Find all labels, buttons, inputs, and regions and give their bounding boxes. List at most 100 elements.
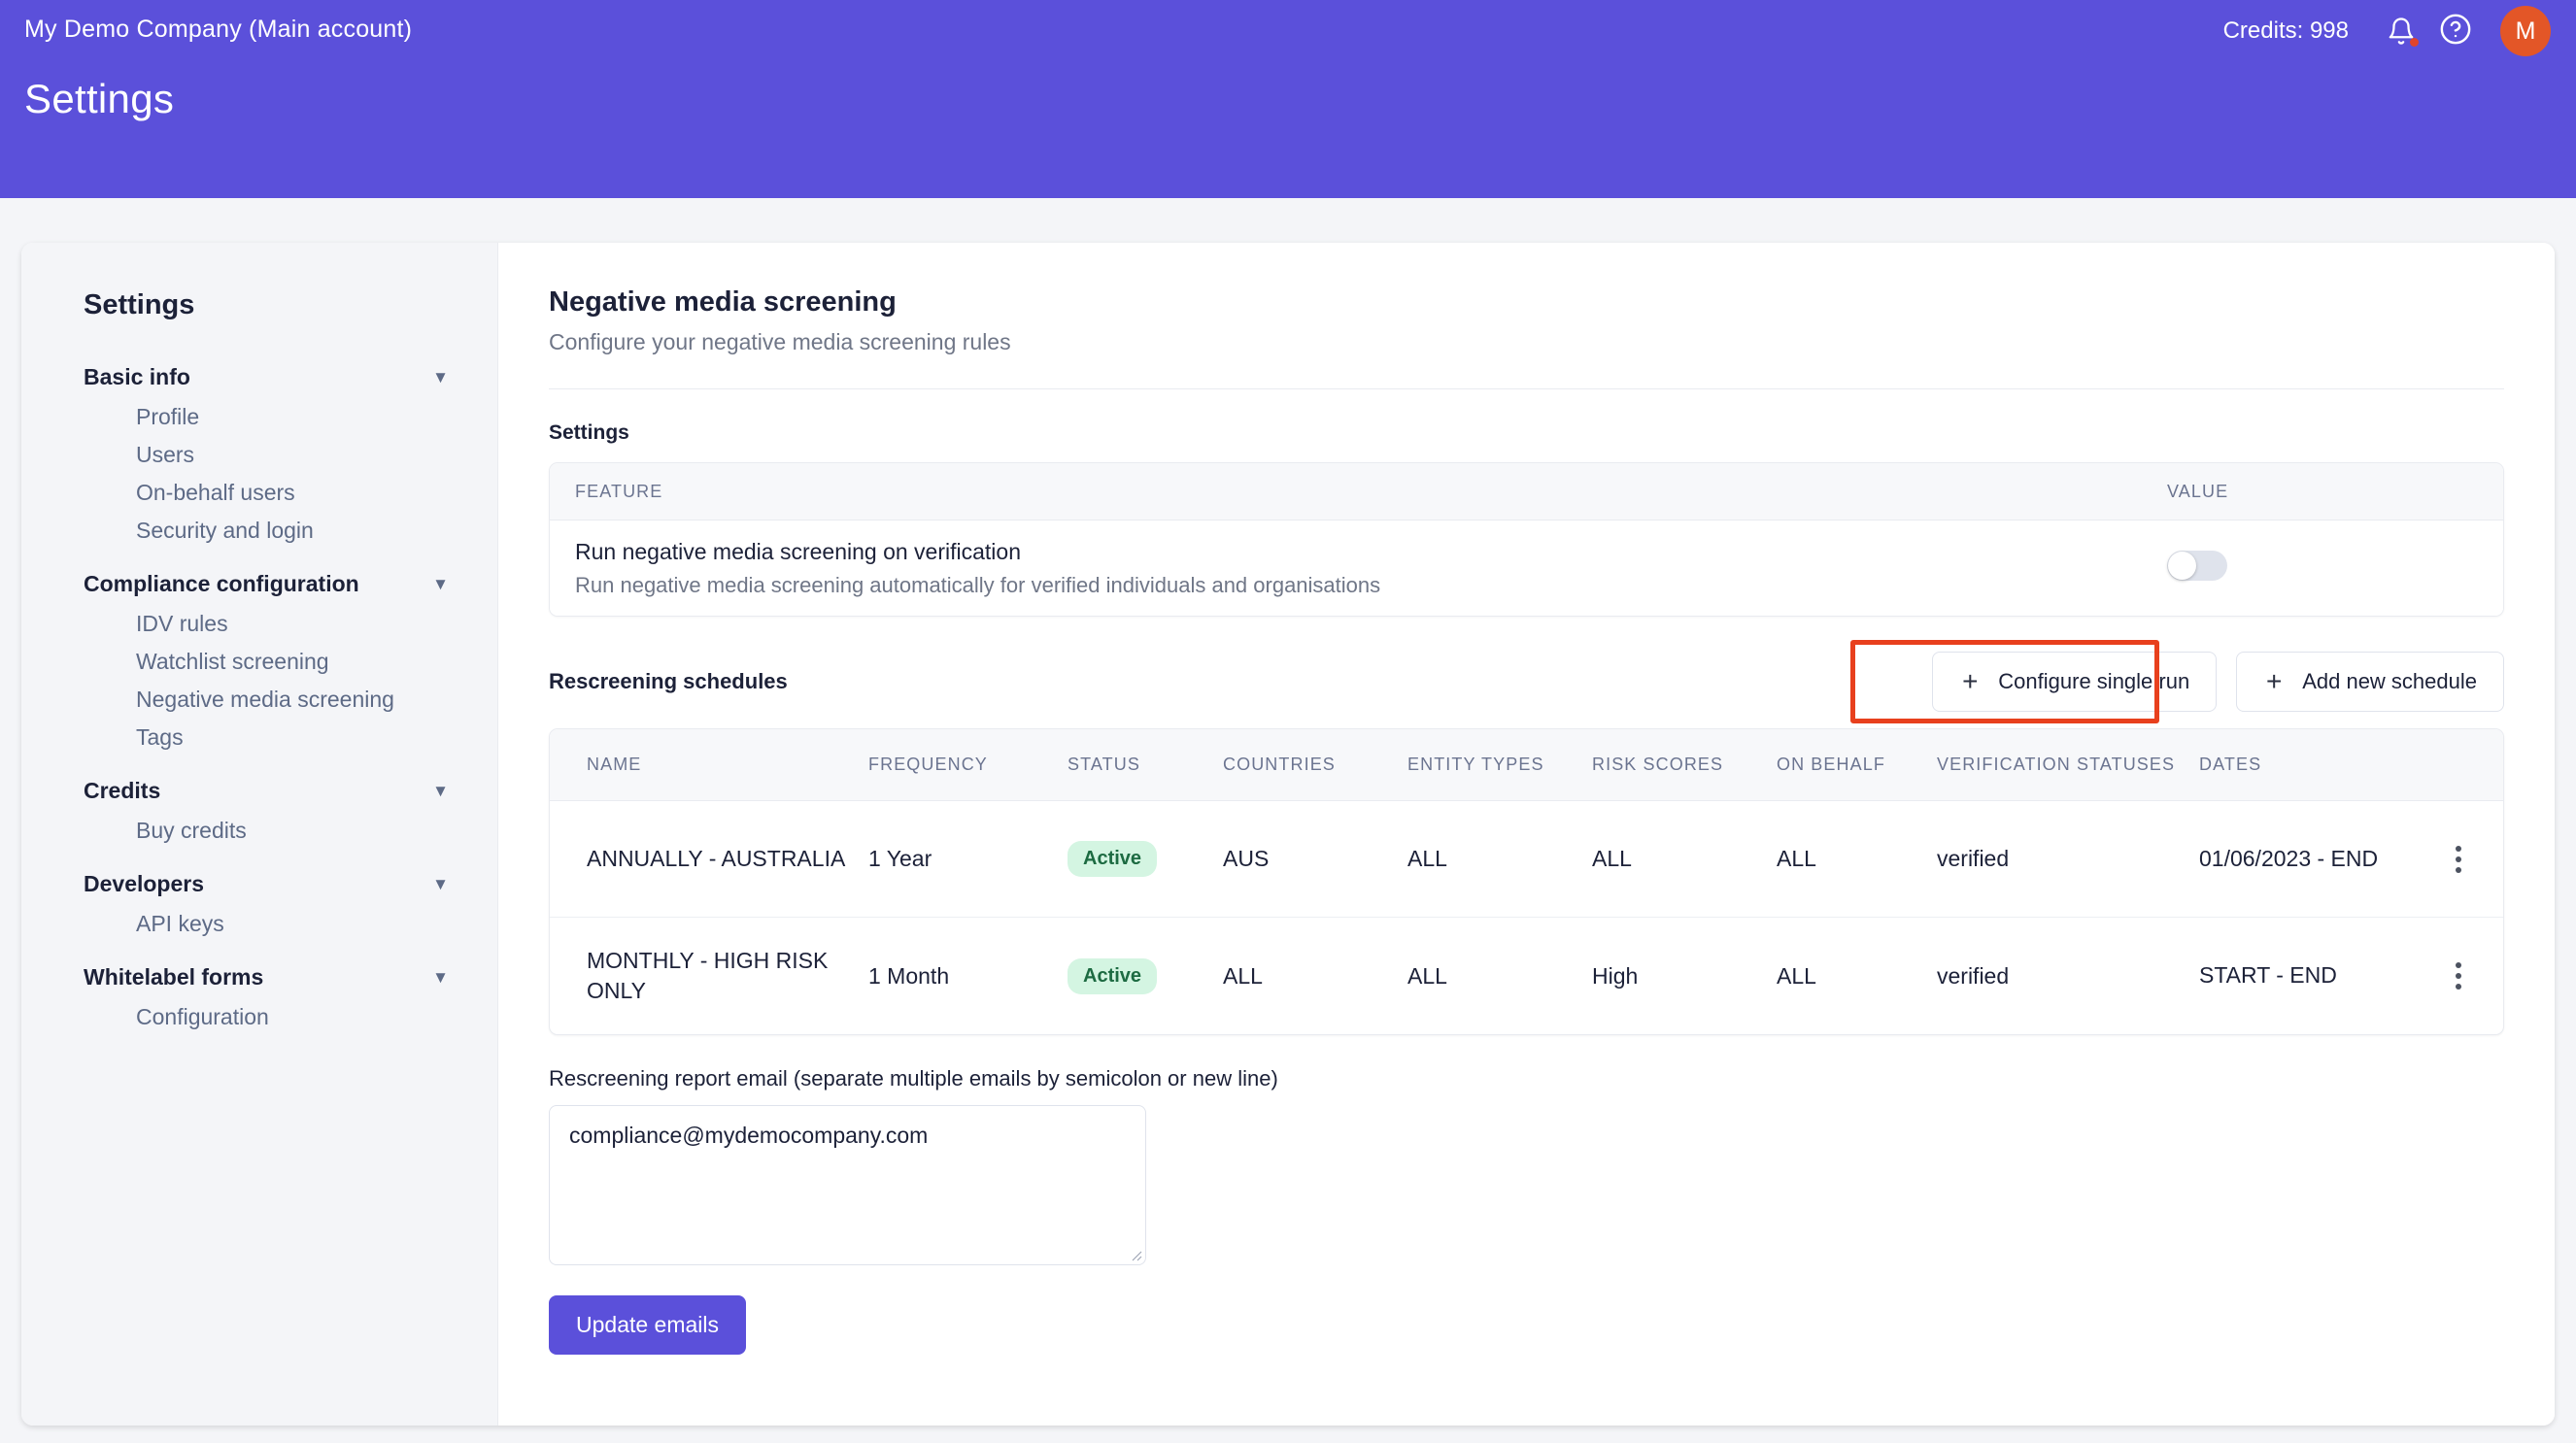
sidebar-group-label: Basic info xyxy=(84,364,190,389)
sidebar-item-profile[interactable]: Profile xyxy=(21,398,497,436)
sidebar-group-whitelabel-forms[interactable]: Whitelabel forms ▼ xyxy=(21,956,497,998)
sidebar-group-label: Whitelabel forms xyxy=(84,964,264,990)
sidebar-group-label: Compliance configuration xyxy=(84,571,359,596)
column-header-name: NAME xyxy=(587,755,642,775)
cell-on-behalf: ALL xyxy=(1777,846,1816,871)
sidebar-item-buy-credits[interactable]: Buy credits xyxy=(21,812,497,850)
cell-verification-statuses: verified xyxy=(1937,962,2010,989)
section-subtitle: Configure your negative media screening … xyxy=(549,329,1011,354)
cell-on-behalf: ALL xyxy=(1777,962,1816,989)
bell-icon xyxy=(2387,15,2419,48)
column-header-frequency: FREQUENCY xyxy=(868,755,988,775)
status-badge: Active xyxy=(1068,957,1158,994)
cell-frequency: 1 Month xyxy=(868,962,950,989)
column-header-on-behalf: ON BEHALF xyxy=(1777,755,1885,775)
credits-label: Credits: 998 xyxy=(2222,17,2349,44)
chevron-down-icon: ▼ xyxy=(432,968,449,987)
cell-status: Active xyxy=(1068,957,1223,994)
avatar[interactable]: M xyxy=(2500,6,2551,56)
column-header-value: VALUE xyxy=(2167,481,2229,501)
plus-icon: + xyxy=(1962,666,1979,696)
rescreening-email-label: Rescreening report email (separate multi… xyxy=(549,1066,1278,1091)
chevron-down-icon: ▼ xyxy=(432,782,449,800)
feature-name: Run negative media screening on verifica… xyxy=(575,538,1021,564)
chevron-down-icon: ▼ xyxy=(432,368,449,386)
row-menu-icon[interactable] xyxy=(2453,845,2464,873)
cell-entity-types: ALL xyxy=(1407,846,1447,871)
table-row: Run negative media screening on verifica… xyxy=(550,520,2503,616)
schedules-table-header: NAME FREQUENCY STATUS COUNTRIES ENTITY T… xyxy=(550,729,2503,801)
sidebar-item-configuration[interactable]: Configuration xyxy=(21,998,497,1036)
chevron-down-icon: ▼ xyxy=(432,575,449,593)
help-button[interactable] xyxy=(2428,0,2483,62)
rescreening-email-textarea[interactable] xyxy=(549,1105,1146,1265)
rescreening-schedules-bar: Rescreening schedules + Configure single… xyxy=(549,640,2504,723)
row-actions xyxy=(2442,845,2503,873)
chevron-down-icon: ▼ xyxy=(432,875,449,893)
cell-verification-statuses: verified xyxy=(1937,846,2010,871)
sidebar-title: Settings xyxy=(84,289,195,320)
cell-name: MONTHLY - HIGH RISK ONLY xyxy=(587,947,829,1003)
settings-card: Settings Basic info ▼ Profile Users On-b… xyxy=(21,243,2555,1426)
column-header-risk-scores: RISK SCORES xyxy=(1592,755,1724,775)
cell-entity-types: ALL xyxy=(1407,962,1447,989)
sidebar-group-compliance-configuration[interactable]: Compliance configuration ▼ xyxy=(21,563,497,605)
sidebar-item-security-and-login[interactable]: Security and login xyxy=(21,512,497,550)
sidebar-item-api-keys[interactable]: API keys xyxy=(21,905,497,943)
header-actions: Credits: 998 M xyxy=(2223,0,2551,62)
cell-risk-scores: High xyxy=(1592,962,1639,989)
sidebar-item-negative-media-screening[interactable]: Negative media screening xyxy=(21,681,497,719)
cell-countries: ALL xyxy=(1223,962,1263,989)
top-header-bar: My Demo Company (Main account) Settings … xyxy=(0,0,2576,198)
question-circle-icon xyxy=(2439,13,2472,50)
sidebar-group-basic-info[interactable]: Basic info ▼ xyxy=(21,356,497,398)
update-emails-button[interactable]: Update emails xyxy=(549,1295,747,1355)
table-row[interactable]: ANNUALLY - AUSTRALIA 1 Year Active AUS A… xyxy=(550,801,2503,918)
run-on-verification-toggle[interactable] xyxy=(2167,551,2227,581)
table-row[interactable]: MONTHLY - HIGH RISK ONLY 1 Month Active … xyxy=(550,918,2503,1034)
sidebar-item-on-behalf-users[interactable]: On-behalf users xyxy=(21,474,497,512)
rescreening-schedules-table: NAME FREQUENCY STATUS COUNTRIES ENTITY T… xyxy=(549,728,2504,1035)
page-title: Settings xyxy=(24,76,175,121)
sidebar-group-developers[interactable]: Developers ▼ xyxy=(21,863,497,905)
configure-single-run-button[interactable]: + Configure single run xyxy=(1932,652,2218,712)
sidebar-item-tags[interactable]: Tags xyxy=(21,719,497,756)
sidebar-item-users[interactable]: Users xyxy=(21,436,497,474)
rescreening-schedules-label: Rescreening schedules xyxy=(549,669,788,693)
plus-icon: + xyxy=(2266,666,2283,696)
feature-control xyxy=(2167,551,2478,586)
sidebar-item-idv-rules[interactable]: IDV rules xyxy=(21,605,497,643)
divider xyxy=(549,388,2504,389)
cell-countries: AUS xyxy=(1223,846,1270,871)
sidebar-item-watchlist-screening[interactable]: Watchlist screening xyxy=(21,643,497,681)
column-header-dates: DATES xyxy=(2199,755,2262,775)
status-badge: Active xyxy=(1068,841,1158,877)
column-header-status: STATUS xyxy=(1068,755,1140,775)
add-new-schedule-button[interactable]: + Add new schedule xyxy=(2236,652,2504,712)
feature-description: Run negative media screening automatical… xyxy=(575,572,1381,597)
cell-frequency: 1 Year xyxy=(868,846,932,871)
section-title: Negative media screening xyxy=(549,286,897,318)
column-header-countries: COUNTRIES xyxy=(1223,755,1336,775)
account-name: My Demo Company (Main account) xyxy=(24,16,413,43)
column-header-verification-statuses: VERIFICATION STATUSES xyxy=(1937,755,2176,775)
add-new-schedule-label: Add new schedule xyxy=(2302,669,2477,693)
cell-name: ANNUALLY - AUSTRALIA xyxy=(587,845,846,871)
notifications-button[interactable] xyxy=(2374,0,2428,62)
notification-dot xyxy=(2410,38,2419,47)
cell-dates: 01/06/2023 - END xyxy=(2199,845,2379,871)
row-actions xyxy=(2442,962,2503,990)
sidebar-group-label: Developers xyxy=(84,871,205,896)
feature-table-header: FEATURE VALUE xyxy=(550,463,2503,520)
sidebar-group-credits[interactable]: Credits ▼ xyxy=(21,770,497,812)
row-menu-icon[interactable] xyxy=(2453,962,2464,990)
feature-table: FEATURE VALUE Run negative media screeni… xyxy=(549,462,2504,617)
cell-dates: START - END xyxy=(2199,962,2337,989)
column-header-feature: FEATURE xyxy=(575,481,663,501)
configure-single-run-label: Configure single run xyxy=(1998,669,2190,693)
main-content: Negative media screening Configure your … xyxy=(498,243,2555,1426)
